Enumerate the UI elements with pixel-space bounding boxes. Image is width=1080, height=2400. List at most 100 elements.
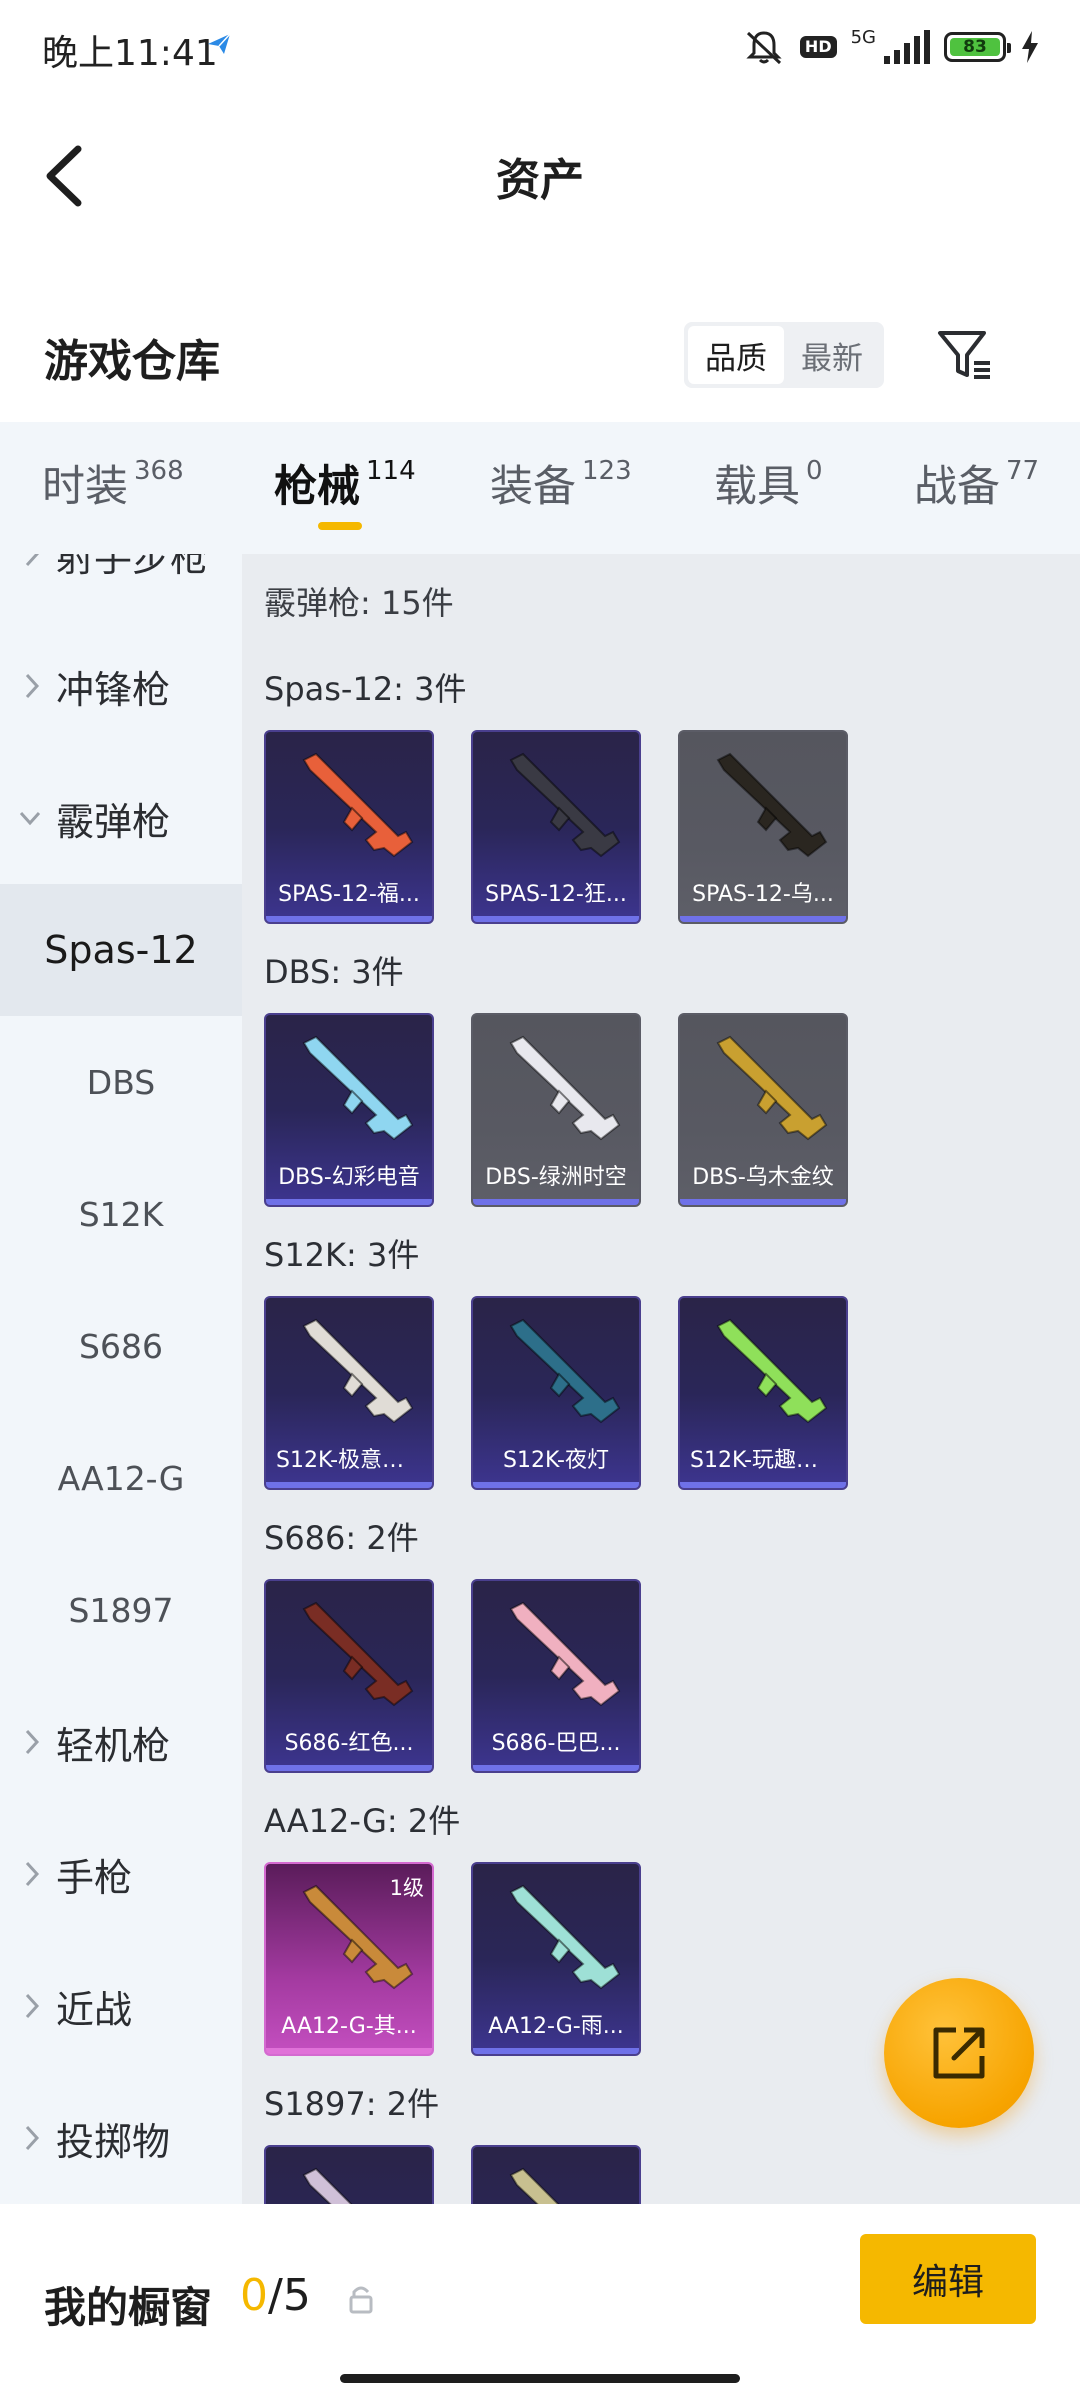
weapon-name: S12K-极意拳锋	[276, 1448, 427, 1473]
rarity-stripe	[266, 916, 432, 922]
chevron-down-icon	[19, 811, 41, 826]
category-total: 霰弹枪: 15件	[264, 584, 454, 622]
weapon-name: DBS-绿洲时空	[485, 1165, 627, 1190]
sidebar-item-label: 射手步枪	[56, 554, 209, 580]
weapon-card[interactable]: AA12-G-雨...	[471, 1862, 641, 2056]
edit-button[interactable]: 编辑	[860, 2234, 1036, 2324]
chevron-right-icon	[25, 1729, 40, 1755]
sidebar-subitem-s1897[interactable]: S1897	[0, 1544, 242, 1676]
chevron-right-icon	[25, 2125, 40, 2151]
sidebar-item-shotgun[interactable]: 霰弹枪	[0, 752, 242, 884]
weapon-name: SPAS-12-狂...	[485, 882, 627, 907]
weapon-image	[302, 1601, 414, 1707]
weapon-card[interactable]: DBS-幻彩电音	[264, 1013, 434, 1207]
weapon-card[interactable]: S686-巴巴...	[471, 1579, 641, 1773]
weapon-image	[509, 1035, 621, 1141]
weapon-card[interactable]: S12K-玩趣呆呆	[678, 1296, 848, 1490]
weapon-card[interactable]: S686-红色...	[264, 1579, 434, 1773]
rarity-stripe	[473, 916, 639, 922]
tab-equipment[interactable]: 装备 123	[490, 452, 632, 514]
weapon-name: S686-红色...	[284, 1731, 414, 1756]
showcase-label: 我的橱窗	[44, 2283, 213, 2332]
tab-supplies[interactable]: 战备 77	[914, 452, 1039, 514]
sidebar-item-label: 霰弹枪	[56, 799, 171, 844]
hd-badge: HD	[799, 36, 837, 58]
weapon-name: AA12-G-其...	[281, 2014, 417, 2039]
sort-toggle: 品质 最新	[684, 322, 884, 388]
tab-vehicles[interactable]: 载具 0	[714, 452, 823, 514]
sidebar-item-pistol[interactable]: 手枪	[0, 1808, 242, 1940]
weapon-card[interactable]: S12K-极意拳锋	[264, 1296, 434, 1490]
weapon-image	[716, 752, 828, 858]
rarity-stripe	[680, 1482, 846, 1488]
sidebar-item-label: 手枪	[56, 1855, 133, 1900]
tab-fashion[interactable]: 时装 368	[42, 452, 184, 514]
weapon-card[interactable]: SPAS-12-狂...	[471, 730, 641, 924]
rarity-stripe	[473, 1765, 639, 1771]
weapon-name: DBS-幻彩电音	[278, 1165, 420, 1190]
weapon-list[interactable]: 霰弹枪: 15件 Spas-12: 3件 SPAS-12-福... SPAS-12-…	[242, 554, 1080, 2204]
weapon-image	[302, 1035, 414, 1141]
weapon-image	[302, 752, 414, 858]
charging-icon	[1022, 31, 1038, 63]
sidebar-item-lmg[interactable]: 轻机枪	[0, 1676, 242, 1808]
weapon-card[interactable]: SPAS-12-乌...	[678, 730, 848, 924]
sidebar-subitem-dbs[interactable]: DBS	[0, 1016, 242, 1148]
sort-option-quality[interactable]: 品质	[688, 326, 784, 384]
weapon-card[interactable]: DBS-绿洲时空	[471, 1013, 641, 1207]
group-label: AA12-G: 2件	[264, 1802, 461, 1840]
rarity-stripe	[680, 916, 846, 922]
active-tab-indicator	[318, 522, 362, 530]
page-title: 资产	[496, 155, 584, 206]
sidebar-item-throwable[interactable]: 投掷物	[0, 2072, 242, 2204]
rarity-stripe	[473, 1482, 639, 1488]
filter-icon	[938, 331, 990, 379]
lock-icon	[349, 2286, 373, 2314]
group-label: S12K: 3件	[264, 1236, 420, 1274]
sort-option-newest[interactable]: 最新	[784, 326, 880, 384]
tab-label: 枪械	[274, 462, 360, 512]
weapon-name: AA12-G-雨...	[488, 2014, 624, 2039]
tab-guns[interactable]: 枪械 114	[274, 452, 416, 514]
tab-count: 123	[582, 456, 632, 486]
sidebar-subitem-s686[interactable]: S686	[0, 1280, 242, 1412]
weapon-card[interactable]	[471, 2145, 641, 2204]
sidebar-item-smg[interactable]: 冲锋枪	[0, 620, 242, 752]
sidebar-item-melee[interactable]: 近战	[0, 1940, 242, 2072]
battery-icon: 83	[944, 32, 1011, 62]
sidebar-item-label: 投掷物	[56, 2119, 171, 2164]
filter-button[interactable]	[930, 322, 1000, 388]
chevron-right-icon	[25, 1993, 40, 2019]
weapon-image	[509, 1601, 621, 1707]
weapon-name: S12K-玩趣呆呆	[690, 1448, 841, 1473]
weapon-card[interactable]	[264, 2145, 434, 2204]
tab-label: 装备	[490, 462, 576, 512]
tab-label: 时装	[42, 462, 128, 512]
status-icons: HD 5G 83	[742, 22, 1040, 72]
warehouse-title: 游戏仓库	[44, 336, 220, 387]
sidebar-item-marksman[interactable]: 射手步枪	[0, 554, 242, 620]
weapon-image	[509, 752, 621, 858]
weapon-name: DBS-乌木金纹	[692, 1165, 834, 1190]
chevron-right-icon	[25, 554, 40, 567]
sidebar-subitem-aa12g[interactable]: AA12-G	[0, 1412, 242, 1544]
sidebar-subitem-s12k[interactable]: S12K	[0, 1148, 242, 1280]
weapon-sidebar[interactable]: 射手步枪 冲锋枪 霰弹枪 Spas-12 DBS S12K S686 AA12-…	[0, 554, 242, 2204]
home-indicator[interactable]	[340, 2374, 740, 2383]
weapon-card[interactable]: SPAS-12-福...	[264, 730, 434, 924]
sidebar-item-label: 轻机枪	[56, 1723, 171, 1768]
rarity-stripe	[266, 1482, 432, 1488]
share-button[interactable]	[884, 1978, 1034, 2128]
weapon-card[interactable]: S12K-夜灯	[471, 1296, 641, 1490]
sidebar-subitem-spas12[interactable]: Spas-12	[0, 884, 242, 1016]
weapon-card[interactable]: DBS-乌木金纹	[678, 1013, 848, 1207]
rarity-stripe	[473, 2048, 639, 2054]
weapon-image	[509, 1884, 621, 1990]
weapon-card[interactable]: 1级 AA12-G-其...	[264, 1862, 434, 2056]
tab-label: 载具	[714, 462, 800, 512]
showcase-total: /5	[268, 2270, 311, 2321]
rarity-stripe	[266, 1199, 432, 1205]
weapon-name: SPAS-12-乌...	[692, 882, 834, 907]
weapon-image	[509, 2167, 560, 2204]
tab-count: 0	[806, 456, 823, 486]
